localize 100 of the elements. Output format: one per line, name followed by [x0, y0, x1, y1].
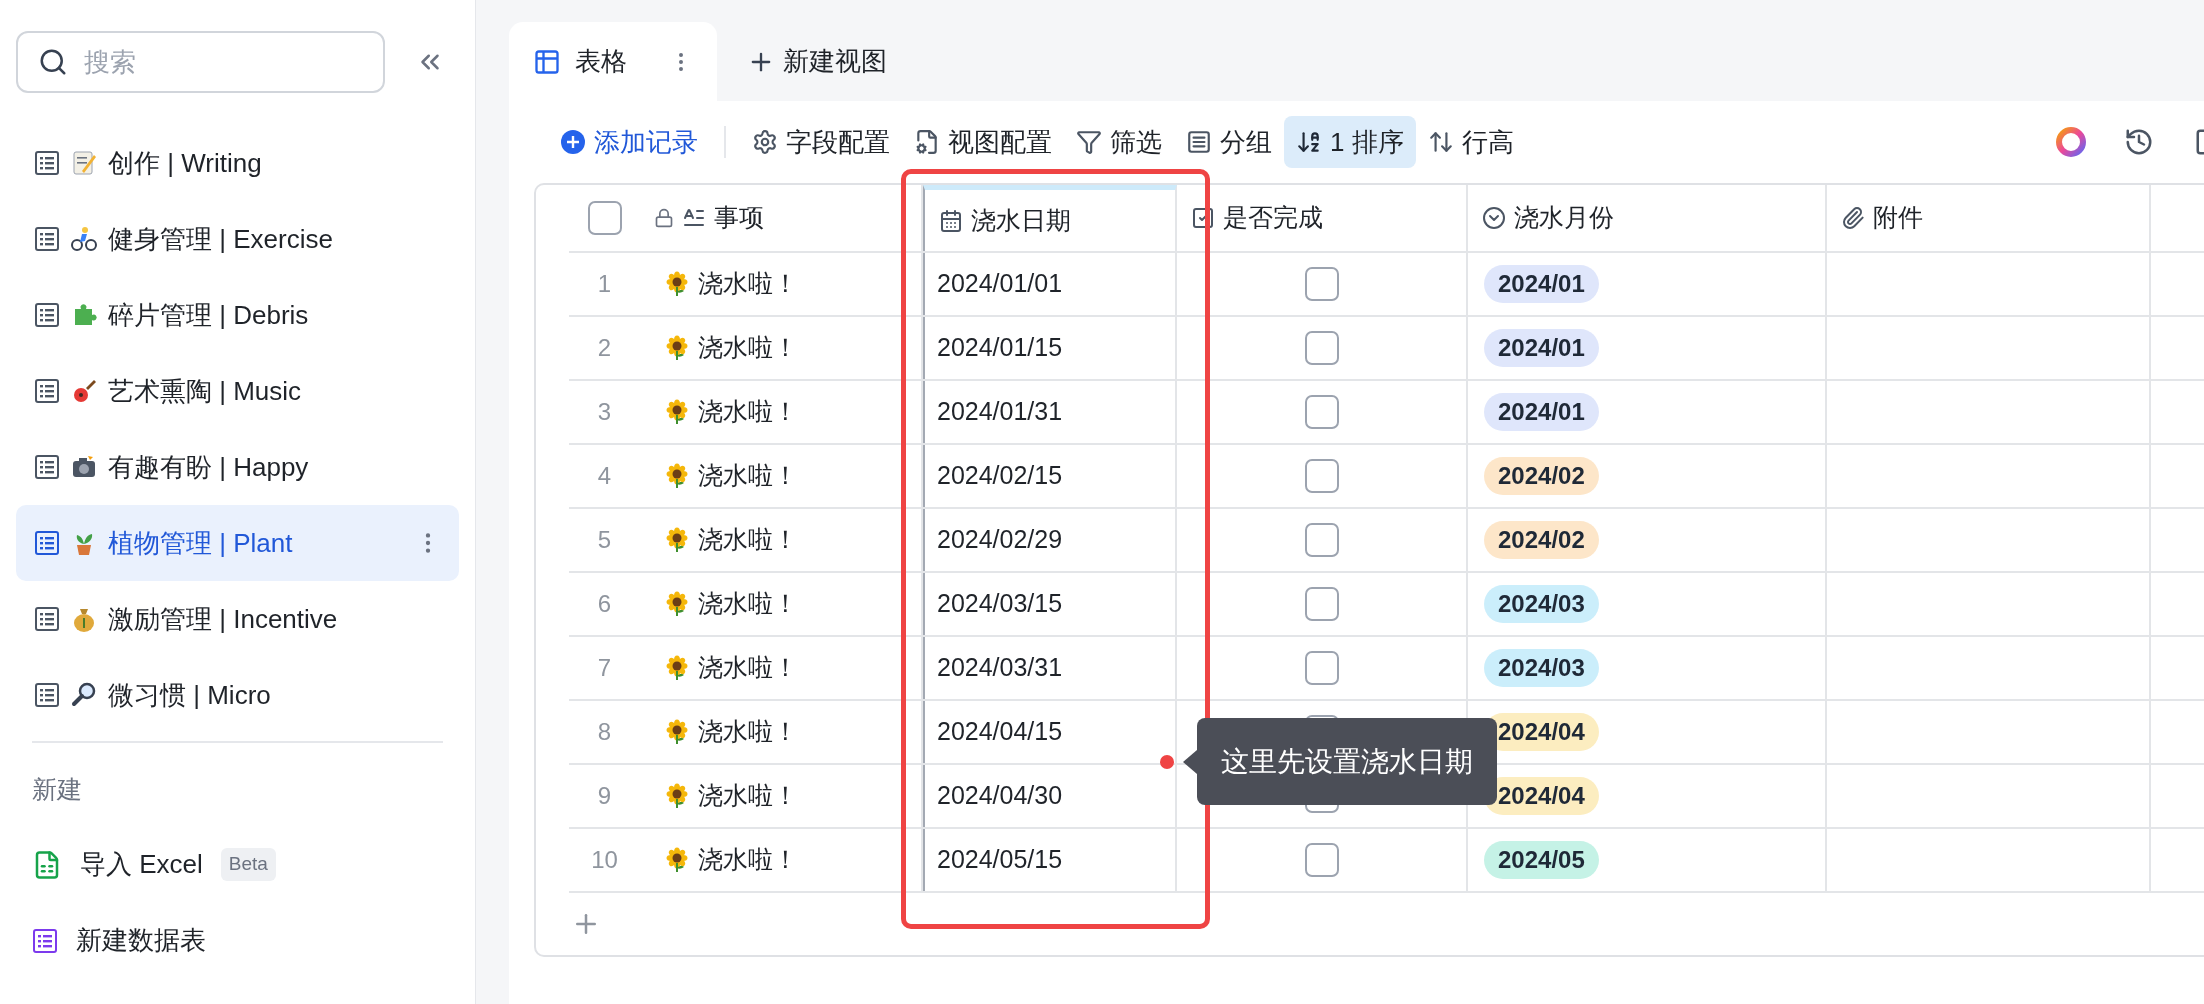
row-number: 1: [597, 269, 612, 299]
sidebar-item-label: 有趣有盼 | Happy: [108, 450, 310, 484]
sidebar-item[interactable]: 有趣有盼 | Happy: [16, 429, 459, 505]
month-tag: 2024/01: [1484, 329, 1599, 367]
checkbox[interactable]: [1304, 651, 1339, 685]
toolbar-button[interactable]: 筛选: [1064, 116, 1174, 168]
table-icon: [533, 47, 561, 76]
sidebar-item[interactable]: 健身管理 | Exercise: [16, 201, 459, 277]
table-icon: [34, 378, 60, 404]
checkbox[interactable]: [1304, 395, 1339, 429]
toolbar-button[interactable]: 行高: [1415, 116, 1526, 168]
row-number: 2: [597, 333, 612, 363]
checkbox[interactable]: [1304, 267, 1339, 301]
toolbar-button[interactable]: 添加记录: [548, 116, 710, 168]
row-number: 10: [591, 845, 618, 875]
column-header[interactable]: 浇水月份: [1468, 185, 1827, 251]
sidebar-item-label: 植物管理 | Plant: [108, 526, 294, 560]
table-cell-text: 浇水啦！: [698, 588, 798, 620]
table-icon: [34, 226, 60, 252]
sunflower-icon: [664, 591, 690, 617]
column-header[interactable]: 浇水日期: [923, 185, 1177, 251]
lock-icon: [654, 208, 674, 228]
sidebar-item-label: 创作 | Writing: [108, 146, 263, 180]
table-cell-text: 浇水啦！: [698, 524, 798, 556]
dropdown-field-icon: [1482, 206, 1506, 230]
checkbox[interactable]: [1304, 843, 1339, 877]
sunflower-icon: [664, 335, 690, 361]
table-cell-text: 2024/04/30: [937, 780, 1063, 812]
month-tag: 2024/01: [1484, 393, 1599, 431]
row-height-icon: [1427, 129, 1454, 155]
create-item[interactable]: 新建数据表: [16, 902, 459, 979]
history-icon[interactable]: [2124, 127, 2154, 157]
table-cell-text: 2024/02/29: [937, 524, 1063, 556]
create-item[interactable]: 导入 Excel Beta: [16, 826, 459, 903]
table-icon: [34, 454, 60, 480]
row-number: 9: [597, 781, 612, 811]
memo-icon: [70, 149, 98, 177]
table-cell-text: 浇水啦！: [698, 652, 798, 684]
sunflower-icon: [664, 463, 690, 489]
new-view-button[interactable]: 新建视图: [717, 22, 917, 101]
sunflower-icon: [664, 783, 690, 809]
sidebar-item-label: 微习惯 | Micro: [108, 678, 272, 712]
sidebar-item[interactable]: 碎片管理 | Debris: [16, 277, 459, 353]
checkbox[interactable]: [1304, 459, 1339, 493]
row-number: 3: [597, 397, 612, 427]
row-number: 4: [597, 461, 612, 491]
list-box-icon: [1186, 129, 1212, 155]
table-cell-text: 浇水啦！: [698, 844, 798, 876]
sidebar-item[interactable]: 艺术熏陶 | Music: [16, 353, 459, 429]
table-cell-text: 浇水啦！: [698, 396, 798, 428]
toolbar-button[interactable]: 字段配置: [740, 116, 902, 168]
view-tab[interactable]: 表格: [509, 22, 717, 101]
sidebar-item-label: 艺术熏陶 | Music: [108, 374, 303, 408]
sunflower-icon: [664, 399, 690, 425]
sidebar-item[interactable]: 创作 | Writing: [16, 125, 459, 201]
sidebar-item[interactable]: 微习惯 | Micro: [16, 657, 459, 733]
table-cell-text: 2024/03/31: [937, 652, 1063, 684]
toolbar-button[interactable]: 视图配置: [902, 116, 1064, 168]
plus-circle-icon: [560, 129, 586, 155]
create-item-label: 导入 Excel: [80, 848, 203, 881]
sunflower-icon: [664, 655, 690, 681]
sunflower-icon: [664, 527, 690, 553]
column-header[interactable]: 是否完成: [1177, 185, 1468, 251]
ring-icon[interactable]: [2054, 125, 2088, 159]
sort-icon: [1296, 129, 1322, 155]
month-tag: 2024/04: [1484, 777, 1599, 815]
checkbox[interactable]: [1304, 331, 1339, 365]
table-icon: [34, 682, 60, 708]
column-header[interactable]: 附件: [1827, 185, 2151, 251]
filter-icon: [1076, 129, 1102, 155]
magnifier-icon: [70, 681, 98, 709]
table-cell-text: 2024/05/15: [937, 844, 1063, 876]
table-icon: [34, 530, 60, 556]
gear-icon: [752, 129, 778, 155]
sidebar-item[interactable]: 激励管理 | Incentive: [16, 581, 459, 657]
sunflower-icon: [664, 847, 690, 873]
table-cell-text: 浇水啦！: [698, 780, 798, 812]
month-tag: 2024/03: [1484, 649, 1599, 687]
tooltip: 这里先设置浇水日期: [1183, 718, 1497, 805]
sunflower-icon: [664, 271, 690, 297]
create-item-label: 新建数据表: [76, 924, 206, 957]
table-cell-text: 2024/01/01: [937, 268, 1063, 300]
toolbar-button[interactable]: 分组: [1174, 116, 1284, 168]
checkbox[interactable]: [1304, 587, 1339, 621]
month-tag: 2024/05: [1484, 841, 1599, 879]
row-number: 5: [597, 525, 612, 555]
table-cell-text: 浇水啦！: [698, 268, 798, 300]
month-tag: 2024/03: [1484, 585, 1599, 623]
row-number: 7: [597, 653, 612, 683]
section-title: 新建: [32, 774, 83, 805]
search-field[interactable]: 搜索: [16, 31, 385, 93]
sidebar-item-label: 碎片管理 | Debris: [108, 298, 310, 332]
sidebar-item[interactable]: 植物管理 | Plant: [16, 505, 459, 581]
beta-badge: Beta: [220, 848, 276, 881]
column-header[interactable]: 事项: [640, 185, 923, 251]
table-cell-text: 2024/02/15: [937, 460, 1063, 492]
select-all-checkbox[interactable]: [587, 201, 622, 235]
checkbox[interactable]: [1304, 523, 1339, 557]
calendar-icon: [939, 208, 963, 233]
toolbar-button[interactable]: 1 排序: [1284, 116, 1416, 168]
